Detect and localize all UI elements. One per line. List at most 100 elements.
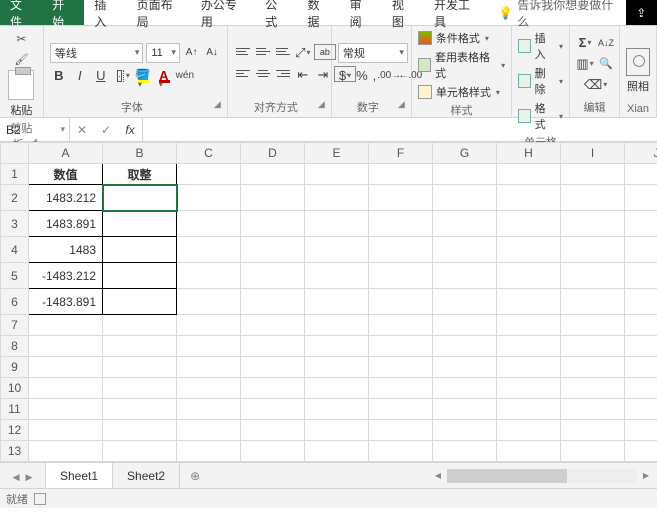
cell[interactable] xyxy=(29,315,103,336)
cell[interactable] xyxy=(177,315,241,336)
tab-view[interactable]: 视图 xyxy=(382,0,424,25)
cell[interactable] xyxy=(625,263,657,289)
cell[interactable] xyxy=(561,336,625,357)
cell[interactable] xyxy=(497,441,561,462)
row-header[interactable]: 12 xyxy=(1,420,29,441)
cell[interactable]: 数值 xyxy=(29,164,103,185)
row-header[interactable]: 6 xyxy=(1,289,29,315)
cell[interactable] xyxy=(103,211,177,237)
sheet-area[interactable]: A B C D E F G H I J K 1 数值 取整 2 1483.212… xyxy=(0,142,657,462)
cell[interactable] xyxy=(29,336,103,357)
cell[interactable] xyxy=(369,315,433,336)
cell[interactable] xyxy=(241,164,305,185)
cell[interactable] xyxy=(497,357,561,378)
cell[interactable] xyxy=(433,378,497,399)
cell[interactable] xyxy=(369,185,433,211)
cell[interactable] xyxy=(305,211,369,237)
cell[interactable] xyxy=(369,263,433,289)
tab-insert[interactable]: 插入 xyxy=(84,0,126,25)
col-header[interactable]: D xyxy=(241,143,305,164)
find-select-icon[interactable] xyxy=(597,55,615,73)
bold-icon[interactable]: B xyxy=(50,67,68,85)
sheet-nav-right-icon[interactable] xyxy=(26,469,33,483)
cell[interactable] xyxy=(241,336,305,357)
row-header[interactable]: 10 xyxy=(1,378,29,399)
cell[interactable] xyxy=(497,378,561,399)
cell[interactable] xyxy=(177,420,241,441)
cell[interactable]: 1483.212 xyxy=(29,185,103,211)
cell[interactable] xyxy=(433,441,497,462)
fill-color-button[interactable]: 🪣 xyxy=(134,67,152,85)
row-header[interactable]: 9 xyxy=(1,357,29,378)
name-box[interactable]: B2 xyxy=(0,118,70,141)
row-header[interactable]: 4 xyxy=(1,237,29,263)
cell[interactable] xyxy=(561,315,625,336)
cell[interactable] xyxy=(369,399,433,420)
cell[interactable] xyxy=(29,441,103,462)
col-header[interactable]: A xyxy=(29,143,103,164)
orientation-icon[interactable]: ⤢ xyxy=(294,44,312,62)
cell[interactable] xyxy=(305,441,369,462)
cell[interactable] xyxy=(103,315,177,336)
cell[interactable] xyxy=(433,185,497,211)
number-format-combo[interactable]: 常规 xyxy=(338,43,408,63)
cell[interactable] xyxy=(103,441,177,462)
align-top-icon[interactable] xyxy=(234,44,252,60)
tab-office[interactable]: 办公专用 xyxy=(191,0,255,25)
cell[interactable] xyxy=(561,462,625,463)
cell[interactable] xyxy=(433,399,497,420)
cell[interactable] xyxy=(369,357,433,378)
cell[interactable] xyxy=(625,237,657,263)
cell[interactable] xyxy=(369,378,433,399)
new-sheet-button[interactable] xyxy=(180,463,210,488)
cell[interactable] xyxy=(177,263,241,289)
cell[interactable] xyxy=(305,399,369,420)
cell[interactable] xyxy=(241,185,305,211)
cell[interactable] xyxy=(497,315,561,336)
row-header[interactable]: 3 xyxy=(1,211,29,237)
cell[interactable] xyxy=(497,211,561,237)
cell[interactable] xyxy=(103,420,177,441)
font-size-combo[interactable]: 11 xyxy=(146,43,180,63)
row-header[interactable]: 7 xyxy=(1,315,29,336)
align-right-icon[interactable] xyxy=(274,66,292,82)
insert-function-icon[interactable] xyxy=(118,118,142,141)
italic-icon[interactable]: I xyxy=(71,67,89,85)
cell[interactable] xyxy=(305,315,369,336)
cell[interactable] xyxy=(497,289,561,315)
cell[interactable] xyxy=(433,263,497,289)
cell[interactable] xyxy=(177,378,241,399)
underline-icon[interactable]: U xyxy=(92,67,110,85)
cell[interactable] xyxy=(305,357,369,378)
cell[interactable] xyxy=(497,462,561,463)
cell[interactable] xyxy=(305,336,369,357)
cell[interactable] xyxy=(305,164,369,185)
cell[interactable] xyxy=(497,237,561,263)
cell[interactable] xyxy=(29,462,103,463)
tell-me[interactable]: 💡 告诉我你想要做什么 xyxy=(488,0,625,25)
cell[interactable] xyxy=(561,420,625,441)
col-header[interactable]: F xyxy=(369,143,433,164)
cell[interactable] xyxy=(241,357,305,378)
font-name-combo[interactable]: 等线 xyxy=(50,43,144,63)
cell[interactable] xyxy=(433,420,497,441)
cell[interactable] xyxy=(625,378,657,399)
cell[interactable] xyxy=(561,185,625,211)
delete-cells-button[interactable]: 删除 xyxy=(518,65,563,97)
cell[interactable] xyxy=(369,462,433,463)
format-painter-icon[interactable] xyxy=(12,50,30,68)
cell[interactable] xyxy=(241,399,305,420)
tab-formulas[interactable]: 公式 xyxy=(255,0,297,25)
cell[interactable] xyxy=(433,336,497,357)
cell[interactable] xyxy=(625,399,657,420)
decrease-indent-icon[interactable]: ⇤ xyxy=(294,66,312,84)
cell[interactable] xyxy=(561,378,625,399)
tab-developer[interactable]: 开发工具 xyxy=(424,0,488,25)
decrease-font-icon[interactable]: A↓ xyxy=(203,44,220,62)
align-middle-icon[interactable] xyxy=(254,44,272,60)
row-header[interactable]: 13 xyxy=(1,441,29,462)
increase-indent-icon[interactable]: ⇥ xyxy=(314,66,332,84)
hscroll-right-icon[interactable] xyxy=(639,469,653,483)
cell[interactable] xyxy=(177,462,241,463)
cell[interactable] xyxy=(177,441,241,462)
